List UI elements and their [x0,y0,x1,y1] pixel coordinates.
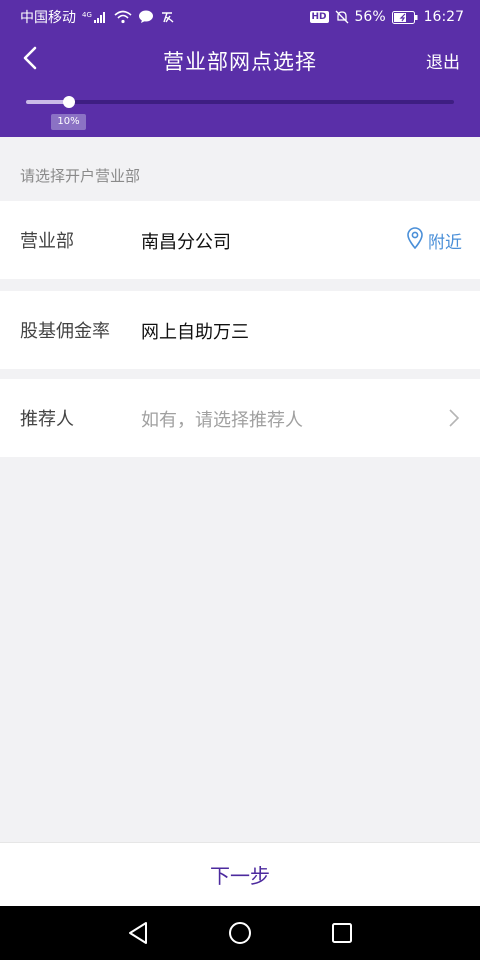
status-right: HD 56% 16:27 [309,9,464,25]
nav-back-icon[interactable] [126,921,150,945]
progress-label: 10% [51,114,86,130]
location-pin-icon [406,227,424,254]
nearby-label: 附近 [428,233,462,253]
nav-home-icon[interactable] [228,921,252,945]
svg-text:4G: 4G [82,11,92,19]
wifi-icon [114,10,132,24]
mute-bell-icon [335,10,349,24]
exit-button[interactable]: 退出 [426,48,460,73]
page-title: 营业部网点选择 [163,50,317,74]
carrier-label: 中国移动 [20,10,76,26]
referrer-label: 推荐人 [20,409,74,430]
battery-percent: 56% [354,9,386,25]
chat-icon [138,10,154,24]
app-header: 中国移动 4G HD 56% 16:27 营业部网点选择 退出 10% [0,0,480,137]
commission-value: 网上自助万三 [141,322,249,343]
hd-badge: HD [309,11,329,23]
commission-row[interactable]: 股基佣金率 网上自助万三 [0,291,480,369]
progress-knob [62,96,75,108]
referrer-placeholder: 如有，请选择推荐人 [141,410,303,431]
chevron-right-icon [448,408,460,432]
signal-icon: 4G [82,10,108,24]
notification-app-icon [160,10,176,24]
commission-label: 股基佣金率 [20,321,110,342]
nav-recents-icon[interactable] [330,921,354,945]
status-left: 中国移动 4G [20,7,176,27]
footer-bar: 下一步 [0,842,480,906]
battery-icon [391,10,418,24]
nearby-button[interactable]: 附近 [406,227,462,254]
clock: 16:27 [423,9,464,25]
progress-bar [26,96,454,108]
branch-value: 南昌分公司 [141,232,231,253]
branch-row[interactable]: 营业部 南昌分公司 附近 [0,201,480,279]
next-step-button[interactable]: 下一步 [170,850,310,899]
branch-label: 营业部 [20,231,74,252]
system-navigation-bar [0,906,480,960]
referrer-row[interactable]: 推荐人 如有，请选择推荐人 [0,379,480,457]
navigation-bar: 营业部网点选择 退出 [0,34,480,86]
status-bar: 中国移动 4G HD 56% 16:27 [0,0,480,34]
section-hint: 请选择开户营业部 [20,167,141,185]
